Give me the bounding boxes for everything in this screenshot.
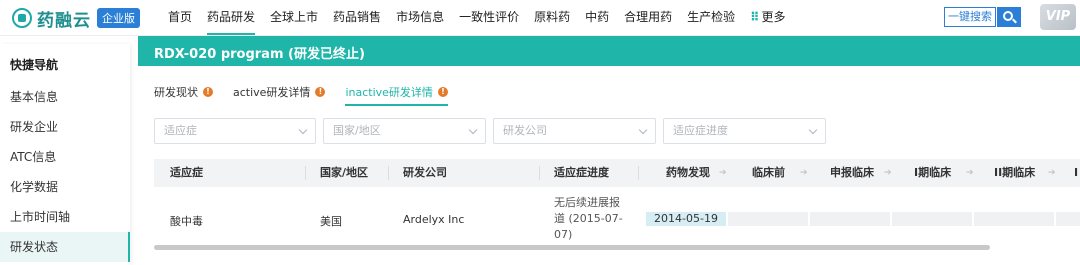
cell-discovery-date: 2014-05-19 [654, 212, 718, 225]
info-icon[interactable]: ! [203, 87, 213, 97]
col-country[interactable]: 国家/地区 [320, 159, 368, 187]
sidebar-title: 快捷导航 [10, 58, 59, 72]
sidebar-item-chem-data[interactable]: 化学数据 [0, 172, 130, 202]
col-progress[interactable]: 适应症进度 [554, 159, 609, 187]
tab-active-rd[interactable]: active研发详情! [233, 84, 326, 100]
chevron-right-icon: ➔ [1048, 168, 1056, 178]
indication-select[interactable]: 适应症 [154, 118, 316, 144]
phase-bar-ind-filing [810, 212, 890, 226]
nav-production[interactable]: 生产检验 [687, 9, 735, 25]
tab-label: inactive研发详情 [345, 86, 433, 99]
nav-rational-use[interactable]: 合理用药 [624, 9, 672, 25]
section-header: RDX-020 program (研发已终止) [138, 36, 1080, 66]
col-ind-filing[interactable]: 申报临床 [830, 159, 874, 187]
page-title: RDX-020 program (研发已终止) [154, 47, 365, 62]
top-navbar: 药融云 企业版 首页 药品研发 全球上市 药品销售 市场信息 一致性评价 原料药… [0, 0, 1080, 36]
col-indication[interactable]: 适应症 [170, 159, 203, 187]
col-discovery[interactable]: 药物发现 [666, 159, 710, 187]
table-header: 适应症 国家/地区 研发公司 适应症进度 药物发现 ➔ 临床前 ➔ 申报临床 ➔… [154, 159, 1080, 187]
progress-placeholder: 适应症进度 [673, 124, 728, 137]
nav-more[interactable]: ⠿ 更多 [750, 9, 785, 25]
chevron-down-icon [468, 125, 478, 135]
cell-country: 美国 [320, 215, 342, 228]
nav-home[interactable]: 首页 [168, 9, 192, 25]
brand-name: 药融云 [37, 10, 91, 31]
quick-search-button[interactable]: 一键搜索 [944, 7, 996, 27]
chevron-right-icon: ➔ [966, 168, 974, 178]
sidebar-item-atc[interactable]: ATC信息 [0, 142, 130, 172]
nav-market-info[interactable]: 市场信息 [396, 9, 444, 25]
nav-consistency[interactable]: 一致性评价 [459, 9, 519, 25]
phase-bar-preclinical [728, 212, 808, 226]
tab-bar: 研发现状! active研发详情! inactive研发详情! [154, 84, 468, 106]
indication-placeholder: 适应症 [164, 124, 197, 137]
quick-nav-sidebar: 快捷导航 基本信息 研发企业 ATC信息 化学数据 上市时间轴 研发状态 [0, 44, 130, 265]
chevron-down-icon [298, 125, 308, 135]
chevron-right-icon: ➔ [800, 168, 808, 178]
brand-logo[interactable]: 药融云 企业版 [12, 6, 140, 31]
nav-api[interactable]: 原料药 [534, 9, 570, 25]
progress-select[interactable]: 适应症进度 [663, 118, 826, 144]
tab-inactive-rd[interactable]: inactive研发详情! [345, 84, 449, 106]
nav-drug-rd[interactable]: 药品研发 [207, 9, 256, 35]
nav-drug-sales[interactable]: 药品销售 [333, 9, 381, 25]
col-preclinical[interactable]: 临床前 [752, 159, 785, 187]
cell-indication: 酸中毒 [170, 215, 203, 228]
horizontal-scrollbar[interactable] [154, 245, 990, 250]
info-icon[interactable]: ! [437, 87, 448, 97]
col-phase2[interactable]: II期临床 [994, 159, 1035, 187]
nav-tcm[interactable]: 中药 [585, 9, 609, 25]
tab-rd-status[interactable]: 研发现状! [154, 84, 213, 100]
tab-label: 研发现状 [154, 86, 198, 99]
chevron-down-icon [808, 125, 818, 135]
search-icon[interactable] [997, 7, 1021, 27]
country-select[interactable]: 国家/地区 [323, 118, 486, 144]
chevron-down-icon [638, 125, 648, 135]
cell-progress: 无后续进展报道 (2015-07-07) [554, 196, 623, 241]
sidebar-item-rd-status[interactable]: 研发状态 [0, 232, 130, 262]
company-select[interactable]: 研发公司 [493, 118, 656, 144]
chevron-right-icon: ➔ [719, 168, 727, 178]
company-placeholder: 研发公司 [503, 124, 547, 137]
phase-bar-phase1 [892, 212, 972, 226]
sidebar-item-timeline[interactable]: 上市时间轴 [0, 202, 130, 232]
nav-more-label: 更多 [761, 10, 786, 24]
phase-bar-phase3 [1056, 212, 1080, 226]
cell-company: Ardelyx Inc [403, 213, 465, 226]
tab-label: active研发详情 [233, 86, 311, 99]
vip-badge[interactable]: VIP [1040, 4, 1076, 30]
col-phase3[interactable]: I [1074, 159, 1078, 187]
country-placeholder: 国家/地区 [333, 124, 381, 137]
phase-bar-phase2 [974, 212, 1054, 226]
col-phase1[interactable]: I期临床 [914, 159, 951, 187]
edition-badge: 企业版 [97, 8, 140, 28]
logo-icon [12, 8, 32, 28]
sidebar-item-rd-company[interactable]: 研发企业 [0, 112, 130, 142]
nav-global-launch[interactable]: 全球上市 [270, 9, 318, 25]
info-icon[interactable]: ! [315, 87, 326, 97]
col-company[interactable]: 研发公司 [403, 159, 447, 187]
main-nav: 首页 药品研发 全球上市 药品销售 市场信息 一致性评价 原料药 中药 合理用药… [168, 9, 801, 35]
chevron-right-icon: ➔ [884, 168, 892, 178]
sidebar-item-basic-info[interactable]: 基本信息 [0, 82, 130, 112]
grid-icon: ⠿ [750, 10, 760, 24]
